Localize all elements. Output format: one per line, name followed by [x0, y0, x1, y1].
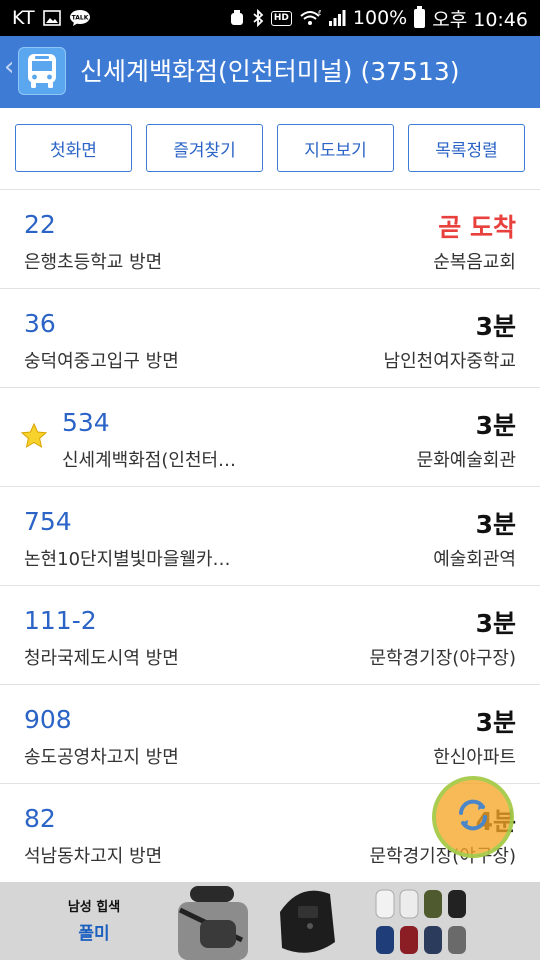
home-button[interactable]: 첫화면: [15, 124, 132, 172]
list-item[interactable]: 22 은행초등학교 방면 곧 도착 순복음교회: [0, 190, 540, 289]
list-item[interactable]: 908 송도공영차고지 방면 3분 한신아파트: [0, 685, 540, 784]
ad-banner[interactable]: 남성 힙색 폴미: [0, 882, 540, 960]
bus-icon[interactable]: [18, 47, 66, 95]
arrival-time: 3분: [475, 510, 516, 539]
route-direction: 송도공영차고지 방면: [24, 747, 179, 768]
route-number: 36: [24, 309, 56, 338]
map-view-button[interactable]: 지도보기: [277, 124, 394, 172]
status-bar-left: KT TALK: [12, 0, 91, 36]
wifi-icon: 6: [299, 9, 321, 27]
carrier-label: KT: [12, 7, 35, 29]
hd-voice-icon: HD: [270, 10, 292, 26]
route-number: 82: [24, 804, 56, 833]
arrival-time: 3분: [475, 609, 516, 638]
route-number: 111-2: [24, 606, 97, 635]
route-direction: 청라국제도시역 방면: [24, 648, 179, 669]
current-stop: 예술회관역: [433, 549, 516, 570]
star-icon[interactable]: [20, 422, 48, 450]
list-item[interactable]: 534 신세계백화점(인천터… 3분 문화예술회관: [0, 388, 540, 487]
route-number: 908: [24, 705, 72, 734]
route-direction: 숭덕여중고입구 방면: [24, 351, 179, 372]
bluetooth-icon: [252, 9, 264, 27]
arrival-time: 곧 도착: [438, 213, 516, 242]
arrival-time: 3분: [475, 312, 516, 341]
route-number: 754: [24, 507, 72, 536]
list-item[interactable]: 754 논현10단지별빛마을웰카… 3분 예술회관역: [0, 487, 540, 586]
route-direction: 은행초등학교 방면: [24, 252, 163, 273]
svg-text:6: 6: [318, 9, 321, 17]
arrival-time: 3분: [475, 708, 516, 737]
battery-icon: [414, 5, 426, 28]
list-item[interactable]: 111-2 청라국제도시역 방면 3분 문학경기장(야구장): [0, 586, 540, 685]
alarm-icon: [229, 9, 245, 27]
refresh-button[interactable]: [432, 776, 514, 858]
arrival-time: 3분: [475, 411, 516, 440]
current-stop: 순복음교회: [433, 252, 516, 273]
current-stop: 남인천여자중학교: [383, 351, 516, 372]
list-item[interactable]: 36 숭덕여중고입구 방면 3분 남인천여자중학교: [0, 289, 540, 388]
refresh-icon: [453, 795, 493, 839]
route-direction: 신세계백화점(인천터…: [62, 450, 237, 471]
status-bar: KT TALK HD 6 100% 오후 10:46: [0, 0, 540, 36]
route-number: 534: [62, 408, 110, 437]
route-direction: 논현10단지별빛마을웰카…: [24, 549, 231, 570]
talk-notification-icon: TALK: [69, 9, 91, 27]
status-bar-right: HD 6 100% 오후 10:46: [229, 0, 528, 36]
action-button-bar: 첫화면 즐겨찾기 지도보기 목록정렬: [0, 108, 540, 190]
back-icon[interactable]: ‹: [4, 52, 14, 82]
route-direction: 석남동차고지 방면: [24, 846, 163, 867]
svg-text:TALK: TALK: [71, 15, 88, 22]
current-stop: 한신아파트: [433, 747, 516, 768]
ad-brand: 남성 힙색 폴미: [48, 896, 140, 944]
ad-product-image: [178, 886, 466, 960]
favorites-button[interactable]: 즐겨찾기: [146, 124, 263, 172]
current-stop: 문화예술회관: [416, 450, 516, 471]
route-number: 22: [24, 210, 56, 239]
sort-list-button[interactable]: 목록정렬: [408, 124, 525, 172]
ad-brand-name: 폴미: [78, 924, 110, 944]
ad-brand-tagline: 남성 힙색: [67, 900, 121, 915]
signal-icon: [328, 10, 346, 26]
current-stop: 문학경기장(야구장): [369, 648, 516, 669]
page-title: 신세계백화점(인천터미널) (37513): [80, 57, 460, 86]
clock-time: 오후 10:46: [432, 8, 528, 31]
image-notification-icon: [42, 10, 61, 26]
battery-percent: 100%: [352, 7, 408, 29]
app-header: ‹ 신세계백화점(인천터미널) (37513): [0, 36, 540, 108]
